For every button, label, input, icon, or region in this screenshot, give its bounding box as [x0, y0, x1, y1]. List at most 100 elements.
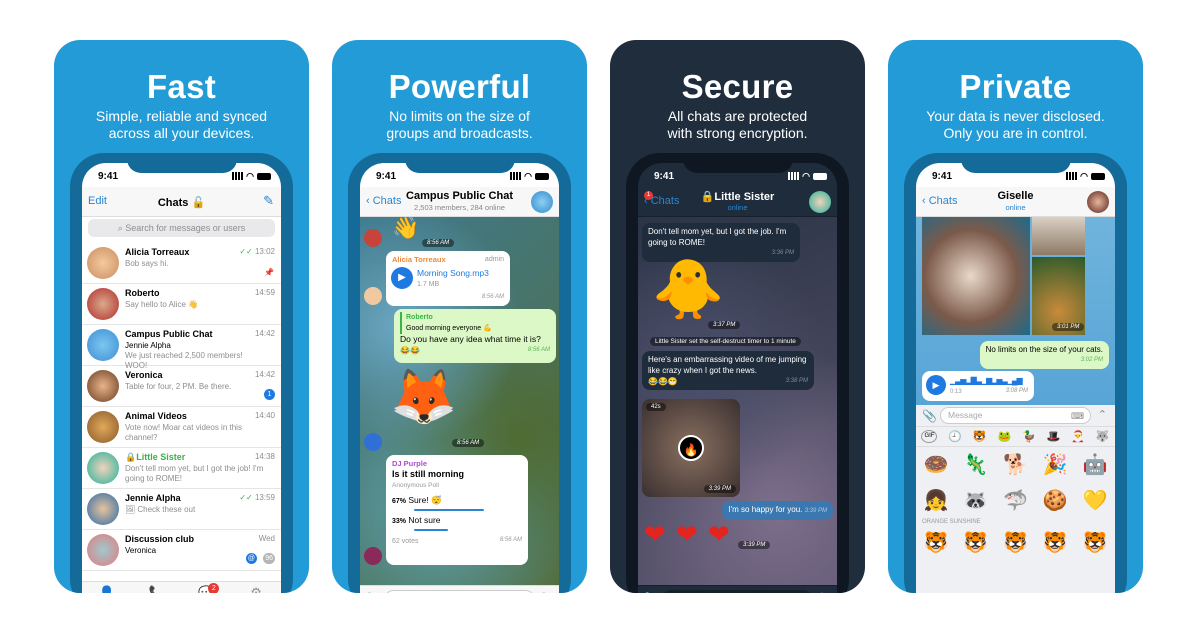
sticker[interactable]: 🐯: [1001, 529, 1029, 557]
chat-row[interactable]: 🔒Little Sister 14:38 Don't tell mom yet, b…: [82, 448, 281, 489]
sticker-tab[interactable]: 🎅: [1071, 430, 1085, 443]
message-bubble[interactable]: Here's an embarrassing video of me jumpi…: [642, 351, 814, 390]
phone-icon: 📞: [148, 585, 165, 593]
lock-icon: 🔒: [700, 191, 715, 203]
sticker-tab[interactable]: 🐸: [997, 430, 1011, 443]
tab-settings[interactable]: ⚙Settings: [231, 582, 281, 593]
sticker[interactable]: 🤖: [1081, 451, 1109, 479]
play-button[interactable]: ▶: [926, 375, 946, 395]
duck-sticker[interactable]: 🐥: [652, 255, 724, 325]
sticker[interactable]: 🐕: [1001, 451, 1029, 479]
red-panda-sticker[interactable]: 🦊: [390, 367, 457, 427]
gear-icon: ⚙: [250, 585, 262, 593]
heart-icon: ❤: [644, 519, 666, 549]
sticker[interactable]: 🐯: [1041, 529, 1069, 557]
chat-row[interactable]: Discussion club Wed Veronica @96: [82, 530, 281, 571]
voice-message[interactable]: ▶ ▁▃▅▂▇▃▁▆▂▅▃▁▄▆ 0:13 3:08 PM: [922, 371, 1034, 401]
chat-row[interactable]: Alicia Torreaux ✓✓ 13:02 Bob says hi. 📌: [82, 243, 281, 284]
sticker-tabs: GIF 🕘 🐯 🐸 🦆 🎩 🎅 🐺: [916, 427, 1115, 447]
audio-message[interactable]: Alicia Torreaux admin ▶ Morning Song.mp3 …: [386, 251, 510, 306]
chat-subtitle: online: [1005, 203, 1026, 212]
sticker-tab[interactable]: 🐺: [1096, 430, 1110, 443]
sticker[interactable]: 🍪: [1041, 487, 1069, 515]
phone-frame: 9:41 ◠ ‹ Chats Giselle online 3:01 PM No …: [904, 153, 1127, 593]
chat-subtitle: 2,503 members, 284 online: [414, 203, 505, 212]
tab-calls[interactable]: 📞Calls: [132, 582, 182, 593]
sticker[interactable]: 🎉: [1041, 451, 1069, 479]
chat-row[interactable]: Roberto 14:59 Say hello to Alice 👋: [82, 284, 281, 325]
search-input[interactable]: ⌕ Search for messages or users: [88, 219, 275, 237]
gif-tab[interactable]: GIF: [921, 430, 938, 443]
sticker[interactable]: 💛: [1081, 487, 1109, 515]
tab-chats[interactable]: 💬Chats2: [182, 582, 232, 593]
attach-icon[interactable]: 📎: [644, 592, 659, 593]
page-title: Chats: [157, 197, 189, 209]
heart-icon: ❤: [708, 519, 730, 549]
sticker[interactable]: 👧: [922, 487, 950, 515]
chat-row[interactable]: Animal Videos 14:40 Vote now! Moar cat vid…: [82, 407, 281, 448]
wifi-icon: ◠: [1080, 170, 1088, 181]
microphone-icon[interactable]: 🎙: [815, 592, 829, 593]
chat-row[interactable]: Campus Public Chat 14:42 Jennie Alpha We ju…: [82, 325, 281, 370]
panel-private: Private Your data is never disclosed. Onl…: [888, 40, 1143, 593]
chevron-up-icon[interactable]: ⌃: [1098, 408, 1107, 421]
chat-row[interactable]: Jennie Alpha ✓✓ 13:59 🖼 Check these out: [82, 489, 281, 530]
contact-avatar[interactable]: [809, 191, 831, 213]
sticker-tab[interactable]: 🎩: [1047, 430, 1061, 443]
chat-title: Little Sister: [714, 191, 775, 203]
avatar: [364, 433, 382, 451]
sticker[interactable]: 🐯: [1081, 529, 1109, 557]
microphone-icon[interactable]: 🎙: [537, 592, 551, 593]
person-icon: 👤: [98, 585, 115, 593]
sticker[interactable]: 🦝: [962, 487, 990, 515]
chat-bubbles-icon: 💬: [198, 585, 215, 593]
heart-icon: ❤: [676, 519, 698, 549]
sticker[interactable]: 🦎: [962, 451, 990, 479]
attach-icon[interactable]: 📎: [922, 409, 937, 423]
sticker[interactable]: 🐯: [922, 529, 950, 557]
avatar: [87, 370, 119, 402]
poll-option[interactable]: 33% Not sure: [392, 515, 522, 527]
message-input[interactable]: Message ⌨: [940, 407, 1091, 424]
avatar: [87, 452, 119, 484]
status-time: 9:41: [98, 170, 119, 182]
cat-photo[interactable]: [922, 217, 1030, 335]
fire-icon: 🔥: [678, 435, 704, 461]
play-button[interactable]: ▶: [391, 267, 413, 289]
sticker[interactable]: 🦈: [1001, 487, 1029, 515]
message-bubble[interactable]: No limits on the size of your cats. 3:02 …: [979, 341, 1109, 369]
message-bubble[interactable]: I'm so happy for you. 3:39 PM: [722, 501, 833, 520]
message-input[interactable]: Message1m ◔: [662, 590, 813, 593]
battery-icon: [535, 172, 549, 180]
phone-frame: 9:41 ◠ ‹ Chats 1 🔒Little Sister online Do…: [626, 153, 849, 593]
pin-icon: 📌: [264, 268, 274, 277]
message-input[interactable]: Message◔: [384, 590, 535, 593]
reply-message[interactable]: Roberto Good morning everyone 💪 Do you ha…: [394, 309, 556, 363]
signal-icon: [510, 172, 522, 180]
chat-row[interactable]: Veronica 14:42 Table for four, 2 PM. Be th…: [82, 366, 281, 407]
sticker[interactable]: 🍩: [922, 451, 950, 479]
recent-tab[interactable]: 🕘: [948, 430, 962, 443]
chat-subtitle: online: [727, 203, 748, 212]
photo[interactable]: [1032, 217, 1085, 255]
attach-icon[interactable]: 📎: [366, 592, 381, 593]
wifi-icon: ◠: [524, 170, 532, 181]
avatar: [87, 493, 119, 525]
sticker-tab[interactable]: 🦆: [1022, 430, 1036, 443]
signal-icon: [232, 172, 244, 180]
sticker-tab[interactable]: 🐯: [973, 430, 987, 443]
avatar: [87, 329, 119, 361]
poll-message[interactable]: DJ Purple Is it still morning Anonymous …: [386, 455, 528, 565]
poll-option[interactable]: 67% Sure! 😴: [392, 495, 522, 507]
group-avatar[interactable]: [531, 191, 553, 213]
compose-icon[interactable]: ✎: [263, 193, 274, 209]
avatar: [364, 287, 382, 305]
video-message[interactable]: 42s 🔥 3:39 PM: [642, 399, 740, 497]
phone-frame: 9:41 ◠ ‹ Chats Campus Public Chat 2,503 m…: [348, 153, 571, 593]
lock-open-icon[interactable]: 🔓: [191, 197, 205, 209]
poll-bar: [414, 529, 449, 531]
sticker[interactable]: 🐯: [962, 529, 990, 557]
search-icon: ⌕: [117, 223, 123, 233]
contact-avatar[interactable]: [1087, 191, 1109, 213]
tab-contacts[interactable]: 👤Contacts: [82, 582, 132, 593]
